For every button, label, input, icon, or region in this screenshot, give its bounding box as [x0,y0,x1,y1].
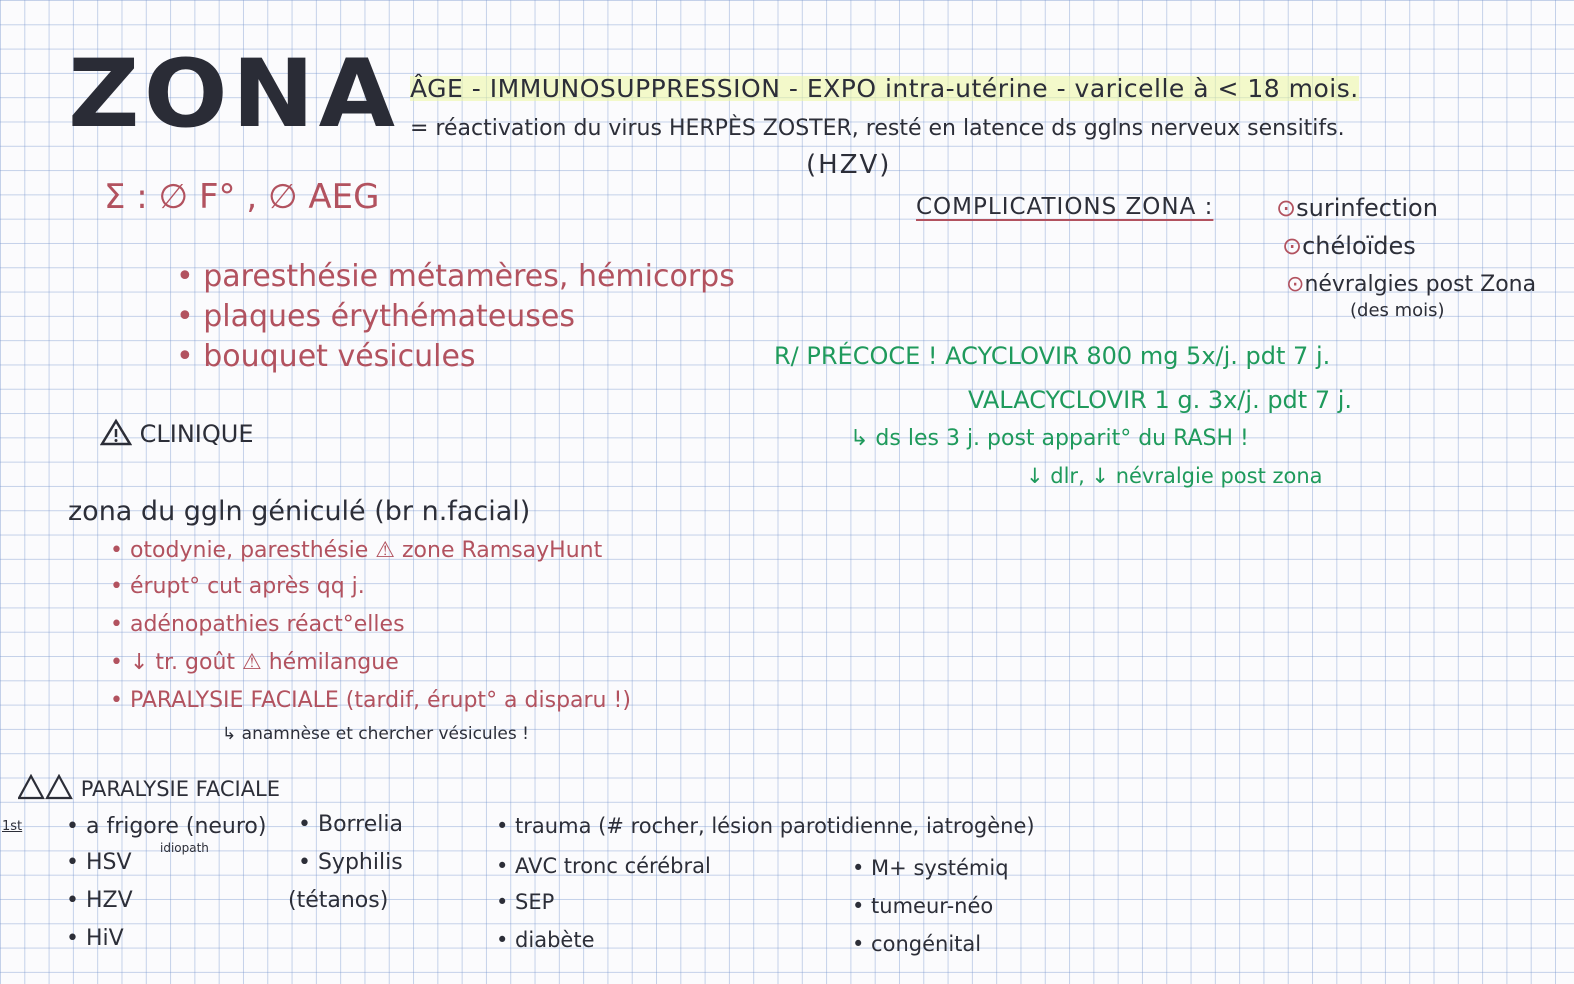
double-warning-triangle-icon [17,773,73,800]
paralysie-side-note: 1st [2,819,23,834]
clinique-label: CLINIQUE [139,420,254,448]
zona-ganglion-item-2: • érupt° cut après qq j. [110,574,365,599]
complication-label: névralgies post Zona [1304,272,1537,297]
paralysie-col3-item-2: • AVC tronc cérébral [496,854,711,878]
circle-bullet-icon: ⊙ [1282,232,1303,260]
zona-ganglion-note: ↳ anamnèse et chercher vésicules ! [222,724,529,744]
signs-heading: Σ : ∅ F° , ∅ AEG [104,177,380,217]
complication-label: surinfection [1296,194,1438,222]
zona-ganglion-item-4: • ↓ tr. goût ⚠ hémilangue [110,650,399,675]
paralysie-col4-item-2: • tumeur-néo [852,894,994,918]
complication-item-2: ⊙chéloïdes [1282,234,1416,258]
paralysie-col1-item-3: • HZV [66,888,133,913]
complications-heading: COMPLICATIONS ZONA : [916,194,1214,220]
complication-item-1: ⊙surinfection [1276,196,1438,220]
page-title: ZONA [68,40,400,149]
signs-item-2: • plaques érythémateuses [176,299,576,334]
paralysie-col3-item-1: • trauma (# rocher, lésion parotidienne,… [496,814,1035,838]
treatment-line-3: ↳ ds les 3 j. post apparit° du RASH ! [850,426,1249,451]
header-line-2: = réactivation du virus HERPÈS ZOSTER, r… [410,116,1345,141]
zona-ganglion-item-5: • PARALYSIE FACIALE (tardif, érupt° a di… [110,688,631,713]
paralysie-col3-item-3: • SEP [496,890,555,914]
complication-item-3: ⊙névralgies post Zona [1286,274,1536,296]
zona-ganglion-item-1: • otodynie, paresthésie ⚠ zone RamsayHun… [110,538,603,563]
paralysie-heading: PARALYSIE FACIALE [80,777,281,801]
circle-bullet-icon: ⊙ [1276,194,1297,222]
signs-item-3: • bouquet vésicules [176,339,476,374]
paralysie-col1-note: idiopath [160,841,209,855]
zona-ganglion-heading: zona du ggln géniculé (br n.facial) [68,496,531,527]
signs-item-1: • paresthésie métamères, hémicorps [176,259,735,294]
circle-bullet-icon: ⊙ [1286,272,1305,297]
paralysie-col2-item-2: • Syphilis [298,850,403,875]
header-line-1: ÂGE - IMMUNOSUPPRESSION - EXPO intra-uté… [410,74,1359,103]
header-line-3: (HZV) [806,150,892,180]
paralysie-col4-item-3: • congénital [852,932,982,956]
paralysie-col2-item-1: • Borrelia [298,812,403,837]
paralysie-col1-item-4: • HiV [66,926,124,951]
complication-note: (des mois) [1350,300,1445,321]
complication-label: chéloïdes [1302,232,1416,260]
paralysie-col4-item-1: • M+ systémiq [852,856,1009,880]
zona-ganglion-item-3: • adénopathies réact°elles [110,612,405,637]
paralysie-col1-item-1: • a frigore (neuro) [66,814,267,839]
treatment-line-2: VALACYCLOVIR 1 g. 3x/j. pdt 7 j. [968,386,1353,414]
warning-triangle-icon [99,418,133,446]
clinique-block: CLINIQUE [99,418,254,448]
paralysie-col2-item-3: (tétanos) [288,888,389,913]
treatment-line-4: ↓ dlr, ↓ névralgie post zona [1026,464,1323,488]
paralysie-col1-item-2: • HSV [66,850,132,875]
paralysie-col3-item-4: • diabète [496,928,595,952]
treatment-line-1: R/ PRÉCOCE ! ACYCLOVIR 800 mg 5x/j. pdt … [774,342,1331,370]
paralysie-heading-block: PARALYSIE FACIALE [17,773,281,801]
